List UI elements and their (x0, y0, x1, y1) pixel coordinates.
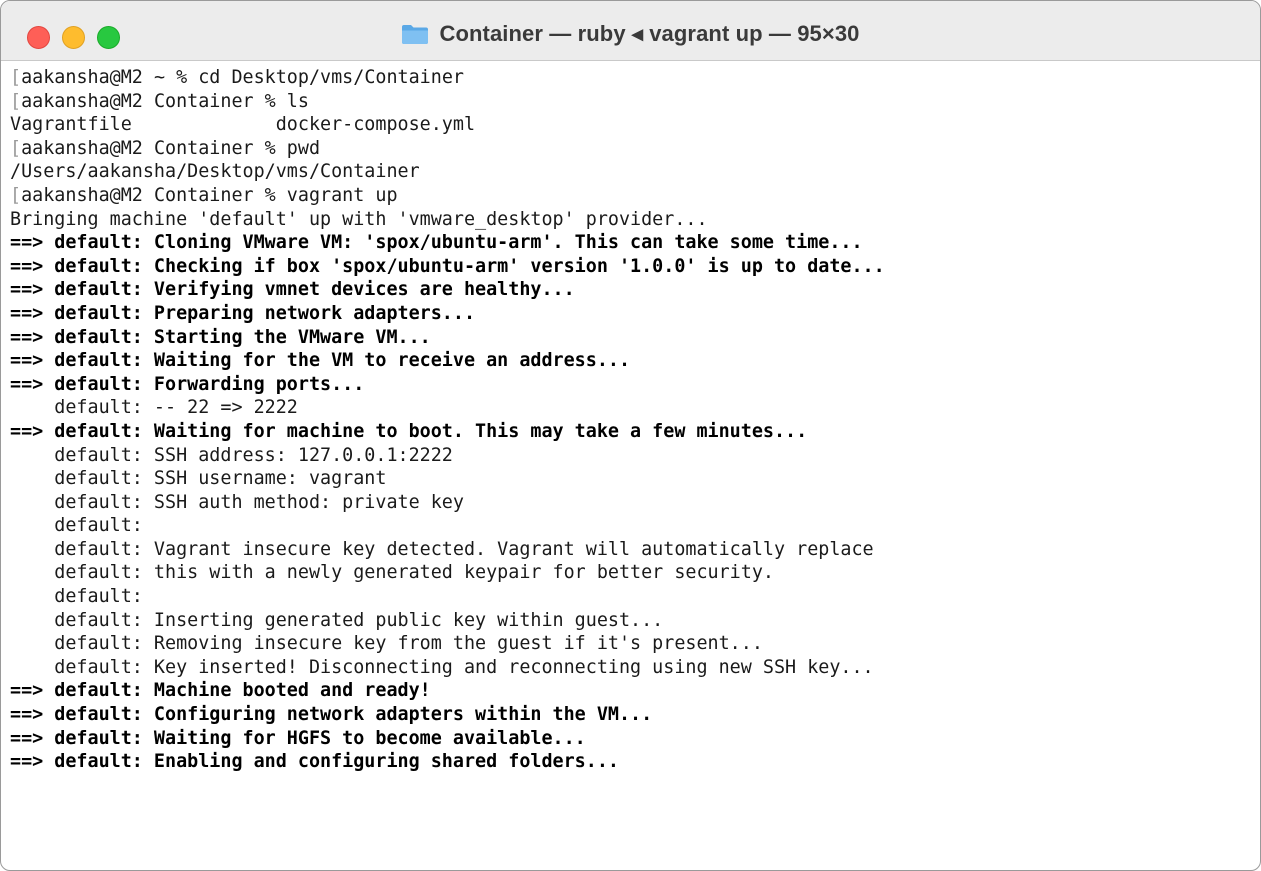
prompt-mark-icon: [ (10, 90, 22, 112)
terminal-line-text: ==> default: Verifying vmnet devices are… (10, 279, 575, 301)
terminal-line: ==> default: Preparing network adapters.… (10, 302, 1260, 326)
terminal-line: default: -- 22 => 2222 (10, 396, 1260, 420)
terminal-line-text: default: Key inserted! Disconnecting and… (10, 656, 874, 678)
terminal-line: [aakansha@M2 ~ % cd Desktop/vms/Containe… (10, 66, 1260, 90)
terminal-line: Bringing machine 'default' up with 'vmwa… (10, 208, 1260, 232)
terminal-line-text: default: (10, 515, 143, 537)
terminal-line-text: default: Inserting generated public key … (10, 609, 664, 631)
terminal-line-text: ==> default: Preparing network adapters.… (10, 302, 476, 324)
terminal-line-text: default: Vagrant insecure key detected. … (10, 538, 874, 560)
terminal-line: ==> default: Waiting for machine to boot… (10, 420, 1260, 444)
terminal-line: default: Key inserted! Disconnecting and… (10, 656, 1260, 680)
terminal-line: default: (10, 514, 1260, 538)
terminal-line-text: default: (10, 586, 143, 608)
terminal-line: ==> default: Starting the VMware VM... (10, 326, 1260, 350)
terminal-line-text: ==> default: Waiting for machine to boot… (10, 420, 808, 442)
terminal-line: default: SSH address: 127.0.0.1:2222 (10, 444, 1260, 468)
terminal-line-text: aakansha@M2 Container % pwd (21, 137, 321, 159)
terminal-line: ==> default: Machine booted and ready! (10, 679, 1260, 703)
terminal-line: [aakansha@M2 Container % ls (10, 90, 1260, 114)
terminal-line-text: aakansha@M2 Container % vagrant up (21, 184, 398, 206)
terminal-window: Container — ruby ◂ vagrant up — 95×30 [a… (0, 0, 1261, 871)
terminal-line: default: SSH auth method: private key (10, 491, 1260, 515)
terminal-line: Vagrantfile docker-compose.yml (10, 113, 1260, 137)
terminal-line-text: default: this with a newly generated key… (10, 562, 774, 584)
terminal-line: /Users/aakansha/Desktop/vms/Container (10, 160, 1260, 184)
terminal-line: ==> default: Configuring network adapter… (10, 703, 1260, 727)
terminal-line: [aakansha@M2 Container % pwd (10, 137, 1260, 161)
prompt-mark-icon: [ (10, 137, 22, 159)
terminal-line-text: default: Removing insecure key from the … (10, 633, 763, 655)
terminal-line-text: ==> default: Waiting for the VM to recei… (10, 350, 631, 372)
terminal-line-text: Bringing machine 'default' up with 'vmwa… (10, 208, 708, 230)
terminal-line-text: ==> default: Forwarding ports... (10, 373, 365, 395)
terminal-line: ==> default: Checking if box 'spox/ubunt… (10, 255, 1260, 279)
terminal-line: [aakansha@M2 Container % vagrant up (10, 184, 1260, 208)
terminal-output[interactable]: [aakansha@M2 ~ % cd Desktop/vms/Containe… (1, 62, 1260, 870)
terminal-line-text: aakansha@M2 ~ % cd Desktop/vms/Container (21, 67, 464, 88)
terminal-line: default: this with a newly generated key… (10, 561, 1260, 585)
terminal-line: default: SSH username: vagrant (10, 467, 1260, 491)
terminal-line-text: /Users/aakansha/Desktop/vms/Container (10, 161, 420, 183)
prompt-mark-icon: [ (10, 67, 22, 88)
terminal-line: ==> default: Cloning VMware VM: 'spox/ub… (10, 231, 1260, 255)
window-title-area: Container — ruby ◂ vagrant up — 95×30 (1, 21, 1260, 51)
terminal-line: default: Vagrant insecure key detected. … (10, 538, 1260, 562)
terminal-line-text: ==> default: Enabling and configuring sh… (10, 751, 619, 773)
terminal-line: default: Removing insecure key from the … (10, 632, 1260, 656)
terminal-line: ==> default: Waiting for the VM to recei… (10, 349, 1260, 373)
terminal-line: ==> default: Waiting for HGFS to become … (10, 727, 1260, 751)
terminal-line-text: ==> default: Cloning VMware VM: 'spox/ub… (10, 232, 863, 254)
terminal-line-text: aakansha@M2 Container % ls (21, 90, 309, 112)
terminal-line-text: default: -- 22 => 2222 (10, 397, 298, 419)
prompt-mark-icon: [ (10, 184, 22, 206)
terminal-line-text: default: SSH auth method: private key (10, 491, 464, 513)
window-title: Container — ruby ◂ vagrant up — 95×30 (439, 21, 860, 46)
terminal-line-text: default: SSH username: vagrant (10, 468, 387, 490)
terminal-line: ==> default: Verifying vmnet devices are… (10, 278, 1260, 302)
title-bar[interactable]: Container — ruby ◂ vagrant up — 95×30 (1, 1, 1260, 61)
terminal-line: ==> default: Enabling and configuring sh… (10, 750, 1260, 774)
terminal-line: default: Inserting generated public key … (10, 609, 1260, 633)
terminal-line-text: ==> default: Machine booted and ready! (10, 680, 431, 702)
terminal-line-text: ==> default: Configuring network adapter… (10, 704, 653, 726)
terminal-line-text: Vagrantfile docker-compose.yml (10, 114, 476, 136)
folder-icon (401, 23, 429, 45)
terminal-line: default: (10, 585, 1260, 609)
terminal-line: ==> default: Forwarding ports... (10, 373, 1260, 397)
terminal-line-text: default: SSH address: 127.0.0.1:2222 (10, 444, 453, 466)
terminal-line-text: ==> default: Checking if box 'spox/ubunt… (10, 255, 885, 277)
terminal-line-text: ==> default: Waiting for HGFS to become … (10, 727, 586, 749)
terminal-line-text: ==> default: Starting the VMware VM... (10, 326, 431, 348)
